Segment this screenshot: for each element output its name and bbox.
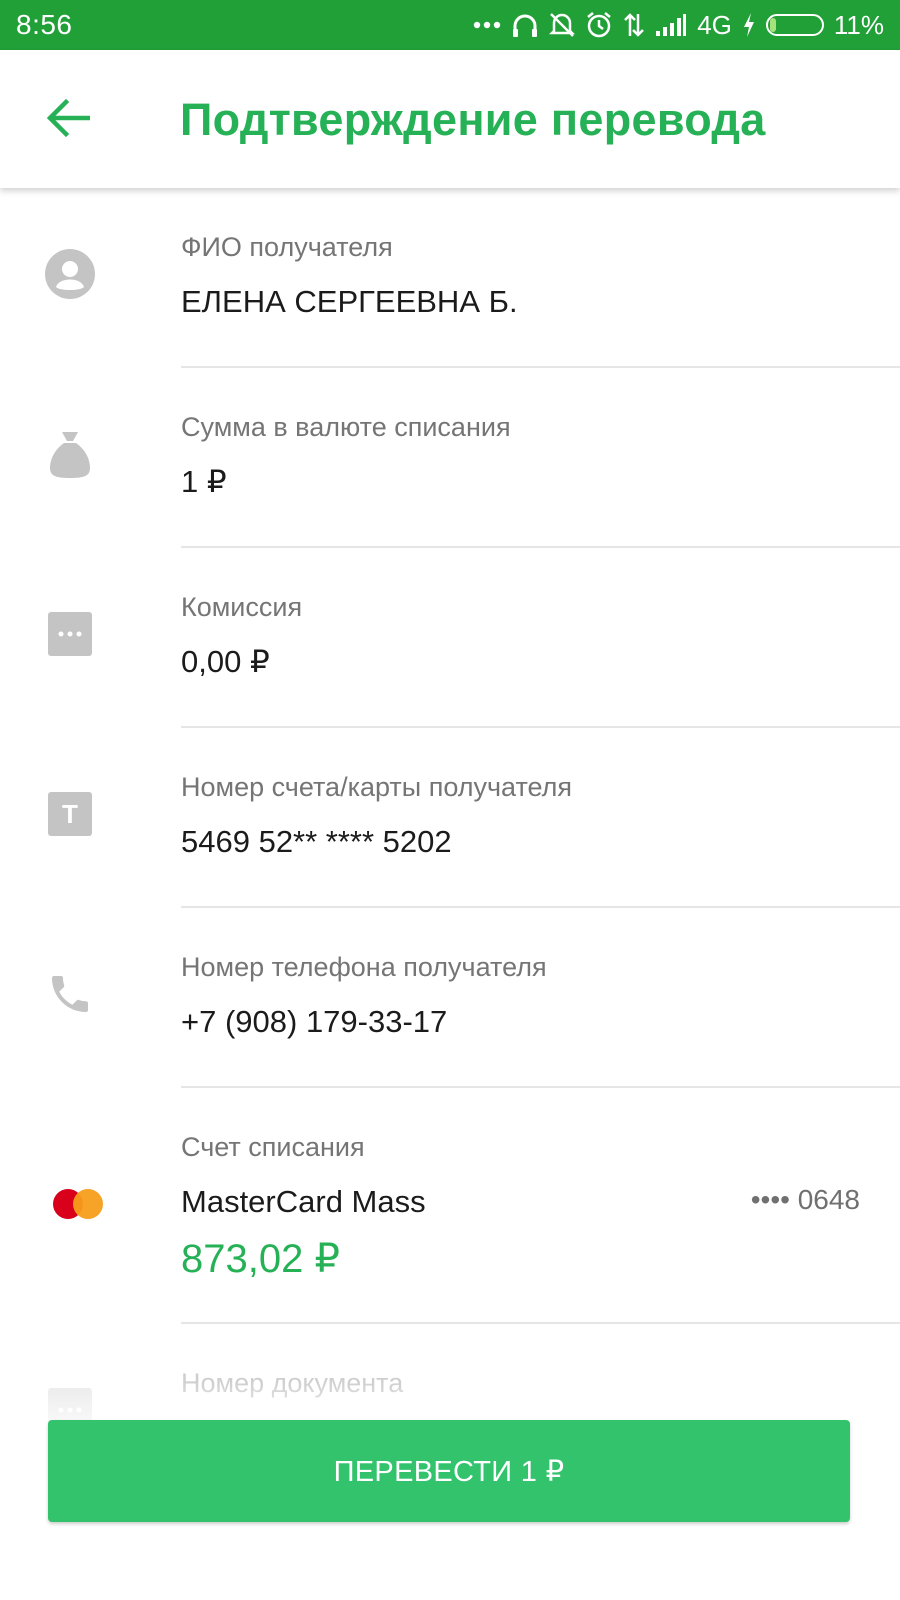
status-icons: 4G 11% [473,10,884,41]
battery-level [769,18,776,32]
transfer-details: ФИО получателя ЕЛЕНА СЕРГЕЕВНА Б. Сумма … [0,188,900,1504]
bell-off-icon [549,11,576,39]
recipient-name-label: ФИО получателя [181,232,393,262]
person-icon [44,248,96,300]
screen: 8:56 4G 11% Подтверждение перевода ФИО п… [0,0,900,1600]
status-time: 8:56 [16,9,73,40]
card-number-value: 5469 52** **** 5202 [181,824,452,859]
money-bag-icon [44,428,96,480]
recipient-name-value: ЕЛЕНА СЕРГЕЕВНА Б. [181,284,518,319]
text-square-icon: T [44,788,96,840]
phone-icon [44,968,96,1020]
dots-square-icon [44,608,96,660]
phone-label: Номер телефона получателя [181,952,547,982]
mastercard-icon [50,1178,108,1230]
amount-value: 1 ₽ [181,464,227,499]
debit-card-name: MasterCard Mass [181,1184,426,1219]
debit-account-label: Счет списания [181,1132,365,1162]
detail-row-card-number: T Номер счета/карты получателя 5469 52**… [0,728,900,908]
transfer-button[interactable]: ПЕРЕВЕСТИ 1 ₽ [48,1420,850,1522]
debit-card-balance: 873,02 ₽ [181,1237,340,1281]
network-type: 4G [697,9,732,40]
charging-icon [742,12,756,38]
arrow-left-icon [46,98,90,138]
detail-row-debit-account[interactable]: Счет списания MasterCard Mass •••• 0648 … [0,1088,900,1324]
amount-label: Сумма в валюте списания [181,412,511,442]
app-bar: Подтверждение перевода [0,50,900,188]
more-dots-icon [473,20,501,30]
detail-row-phone: Номер телефона получателя +7 (908) 179-3… [0,908,900,1088]
commission-value: 0,00 ₽ [181,644,270,679]
status-bar: 8:56 4G 11% [0,0,900,50]
alarm-icon [585,11,613,39]
debit-card-suffix: •••• 0648 [750,1184,860,1215]
signal-icon [655,13,687,37]
phone-value: +7 (908) 179-33-17 [181,1004,448,1039]
detail-row-recipient-name: ФИО получателя ЕЛЕНА СЕРГЕЕВНА Б. [0,188,900,368]
commission-label: Комиссия [181,592,303,622]
card-number-label: Номер счета/карты получателя [181,772,573,802]
back-button[interactable] [40,90,96,146]
battery-percent: 11% [833,9,884,40]
headphones-icon [511,12,539,38]
page-title: Подтверждение перевода [180,94,766,145]
detail-row-amount: Сумма в валюте списания 1 ₽ [0,368,900,548]
data-arrows-icon [623,12,645,38]
battery-icon [765,14,824,36]
detail-row-commission: Комиссия 0,00 ₽ [0,548,900,728]
